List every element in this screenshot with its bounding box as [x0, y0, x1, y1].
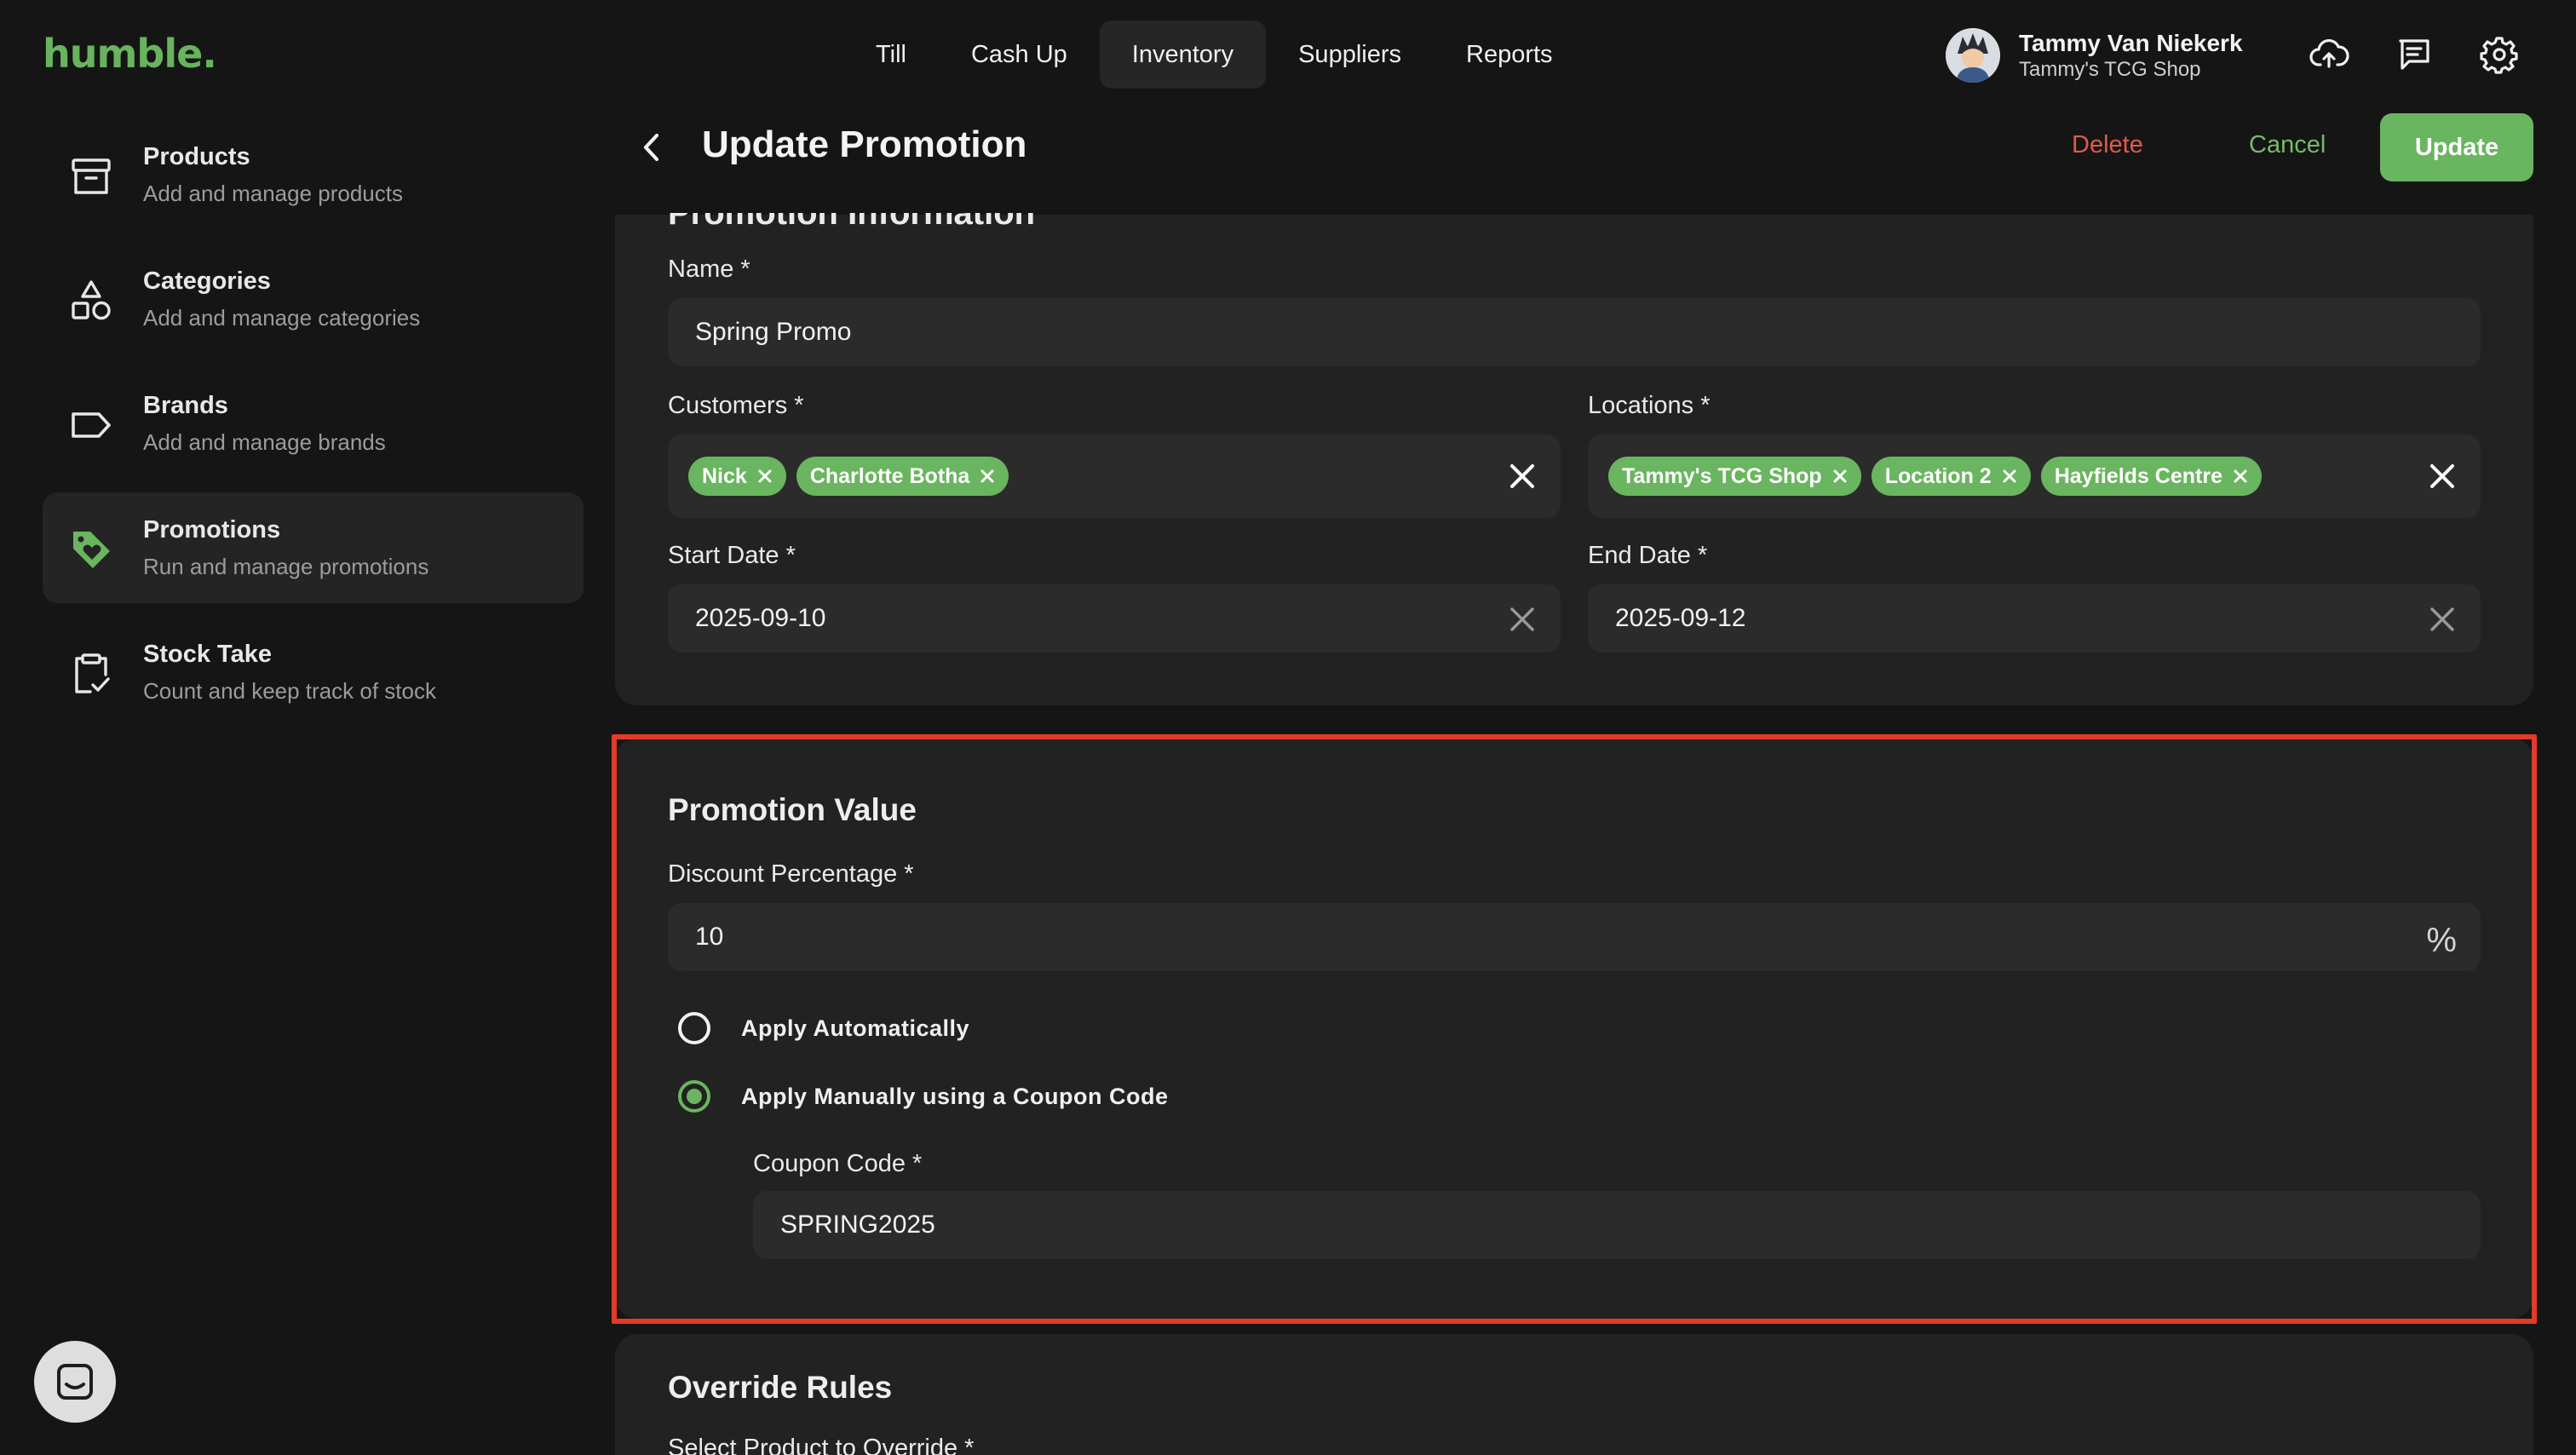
customers-multiselect[interactable]: Nick Charlotte Botha	[668, 434, 1561, 518]
location-chip: Hayfields Centre	[2040, 457, 2262, 496]
cloud-upload-icon[interactable]	[2309, 34, 2349, 75]
nav-tab-suppliers[interactable]: Suppliers	[1266, 20, 1434, 89]
chip-remove-icon[interactable]	[756, 467, 774, 486]
start-date-input[interactable]: 2025-09-10	[668, 584, 1561, 653]
chip-label: Nick	[702, 463, 747, 488]
top-bar: humble. Till Cash Up Inventory Suppliers…	[0, 0, 2576, 109]
tag-heart-icon	[68, 526, 114, 572]
clear-locations-icon[interactable]	[2428, 462, 2457, 491]
clear-customers-icon[interactable]	[1508, 462, 1537, 491]
promotion-information-card: Name * Spring Promo Customers * Nick Cha…	[615, 162, 2533, 705]
page-title: Update Promotion	[702, 124, 1027, 165]
clipboard-check-icon	[68, 651, 114, 697]
locations-chips: Tammy's TCG Shop Location 2 Hayfields Ce…	[1588, 434, 2481, 518]
update-button[interactable]: Update	[2380, 113, 2533, 181]
locations-multiselect[interactable]: Tammy's TCG Shop Location 2 Hayfields Ce…	[1588, 434, 2481, 518]
app-root: humble. Till Cash Up Inventory Suppliers…	[0, 0, 2576, 1455]
sidebar-item-subtitle: Add and manage products	[143, 181, 403, 206]
message-icon[interactable]	[2394, 34, 2435, 75]
name-value: Spring Promo	[695, 318, 852, 346]
back-arrow-icon[interactable]	[630, 126, 673, 169]
customer-chip: Nick	[688, 457, 786, 496]
locations-label: Locations *	[1588, 392, 1711, 419]
sidebar-item-title: Stock Take	[143, 641, 272, 668]
override-rules-title: Override Rules	[668, 1370, 893, 1405]
end-date-value: 2025-09-12	[1615, 604, 1746, 632]
chip-label: Location 2	[1884, 463, 1992, 488]
sidebar-item-subtitle: Count and keep track of stock	[143, 678, 436, 704]
nav-tab-cash-up[interactable]: Cash Up	[939, 20, 1100, 89]
profile-text: Tammy Van Niekerk Tammy's TCG Shop	[2019, 29, 2243, 82]
support-chat-button[interactable]	[34, 1341, 116, 1423]
customers-label: Customers *	[668, 392, 804, 419]
sidebar-item-products[interactable]: Products Add and manage products	[43, 119, 584, 230]
sidebar-item-subtitle: Add and manage brands	[143, 429, 386, 455]
profile-name: Tammy Van Niekerk	[2019, 30, 2243, 56]
shapes-icon	[68, 278, 114, 324]
sidebar-item-stock-take[interactable]: Stock Take Count and keep track of stock	[43, 617, 584, 728]
avatar	[1946, 28, 2000, 83]
page-header: Update Promotion Delete Cancel Update	[613, 111, 2539, 196]
override-product-label: Select Product to Override *	[668, 1435, 975, 1455]
chip-label: Tammy's TCG Shop	[1622, 463, 1822, 488]
chip-remove-icon[interactable]	[1831, 467, 1849, 486]
sidebar-item-title: Categories	[143, 267, 271, 295]
main-nav: Till Cash Up Inventory Suppliers Reports	[843, 20, 1585, 89]
end-date-label: End Date *	[1588, 542, 1708, 569]
promotion-information-title: Promotion Information	[668, 213, 1035, 225]
promotion-value-highlight	[612, 734, 2537, 1324]
cancel-button[interactable]: Cancel	[2249, 131, 2326, 159]
start-date-label: Start Date *	[668, 542, 796, 569]
sidebar-item-subtitle: Run and manage promotions	[143, 554, 429, 579]
name-input[interactable]: Spring Promo	[668, 298, 2481, 366]
sidebar-item-categories[interactable]: Categories Add and manage categories	[43, 244, 584, 354]
chip-label: Charlotte Botha	[809, 463, 970, 488]
tag-outline-icon	[68, 402, 114, 448]
chip-remove-icon[interactable]	[2000, 467, 2019, 486]
profile-shop: Tammy's TCG Shop	[2019, 58, 2201, 81]
delete-button[interactable]: Delete	[2072, 131, 2143, 159]
sidebar-item-title: Products	[143, 143, 250, 170]
location-chip: Location 2	[1871, 457, 2031, 496]
nav-tab-reports[interactable]: Reports	[1434, 20, 1585, 89]
chip-remove-icon[interactable]	[978, 467, 997, 486]
user-profile[interactable]: Tammy Van Niekerk Tammy's TCG Shop	[1946, 26, 2243, 85]
clear-start-date-icon[interactable]	[1508, 605, 1537, 634]
nav-tab-inventory[interactable]: Inventory	[1099, 20, 1267, 89]
gear-icon[interactable]	[2479, 34, 2520, 75]
app-logo[interactable]: humble.	[43, 31, 217, 77]
end-date-input[interactable]: 2025-09-12	[1588, 584, 2481, 653]
archive-box-icon	[68, 153, 114, 199]
sidebar-item-brands[interactable]: Brands Add and manage brands	[43, 368, 584, 479]
chip-remove-icon[interactable]	[2231, 467, 2250, 486]
clear-end-date-icon[interactable]	[2428, 605, 2457, 634]
name-label: Name *	[668, 256, 750, 283]
sidebar-item-title: Promotions	[143, 516, 281, 543]
nav-tab-till[interactable]: Till	[843, 20, 939, 89]
sidebar-item-promotions[interactable]: Promotions Run and manage promotions	[43, 492, 584, 603]
sidebar-item-subtitle: Add and manage categories	[143, 305, 421, 331]
customer-chip: Charlotte Botha	[796, 457, 1009, 496]
location-chip: Tammy's TCG Shop	[1608, 457, 1861, 496]
start-date-value: 2025-09-10	[695, 604, 826, 632]
sidebar: Products Add and manage products Categor…	[43, 119, 584, 741]
sidebar-item-title: Brands	[143, 392, 228, 419]
override-rules-card: Override Rules Select Product to Overrid…	[615, 1334, 2533, 1455]
customers-chips: Nick Charlotte Botha	[668, 434, 1561, 518]
chip-label: Hayfields Centre	[2054, 463, 2222, 488]
